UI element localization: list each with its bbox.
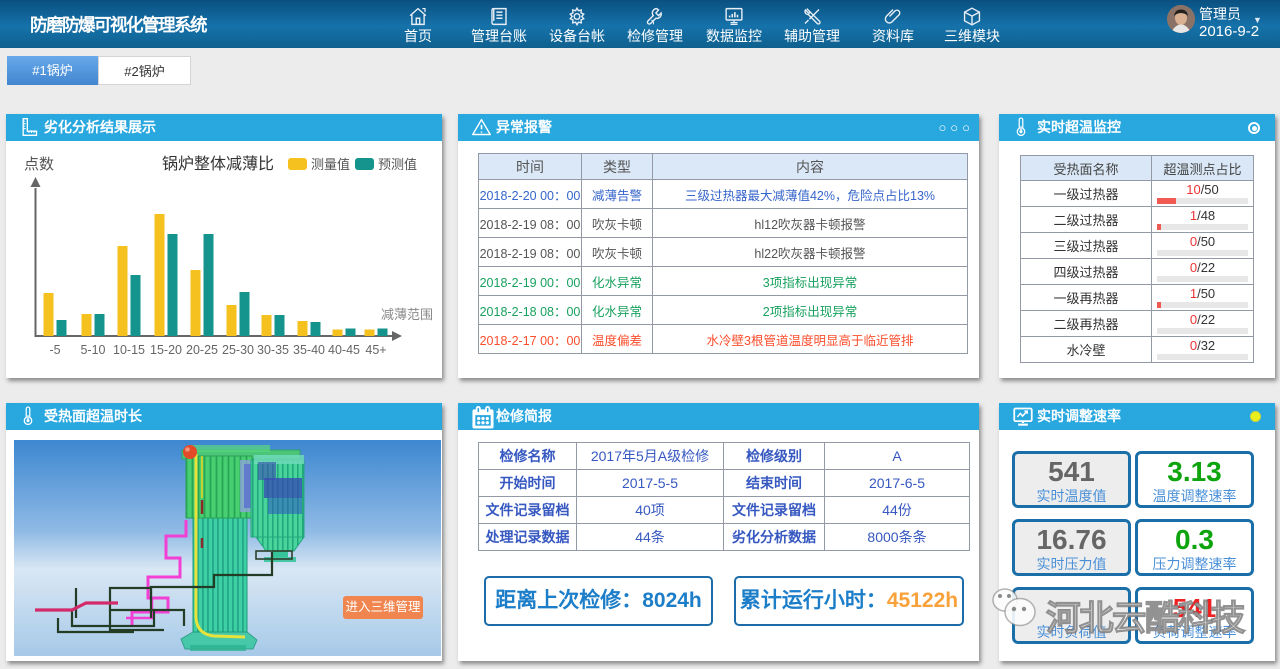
svg-text:减薄范围: 减薄范围: [381, 307, 433, 322]
svg-text:15-20: 15-20: [150, 343, 182, 357]
svg-text:45+: 45+: [365, 343, 386, 357]
svg-text:锅炉整体减薄比: 锅炉整体减薄比: [162, 155, 274, 173]
svg-text:测量值: 测量值: [311, 157, 350, 172]
svg-text:40-45: 40-45: [328, 343, 360, 357]
svg-text:25-30: 25-30: [222, 343, 254, 357]
svg-text:30-35: 30-35: [257, 343, 289, 357]
svg-text:35-40: 35-40: [293, 343, 325, 357]
svg-text:20-25: 20-25: [186, 343, 218, 357]
svg-text:-5: -5: [49, 343, 60, 357]
svg-text:10-15: 10-15: [113, 343, 145, 357]
svg-text:5-10: 5-10: [80, 343, 105, 357]
svg-text:预测值: 预测值: [378, 157, 417, 172]
svg-text:点数: 点数: [24, 156, 54, 173]
